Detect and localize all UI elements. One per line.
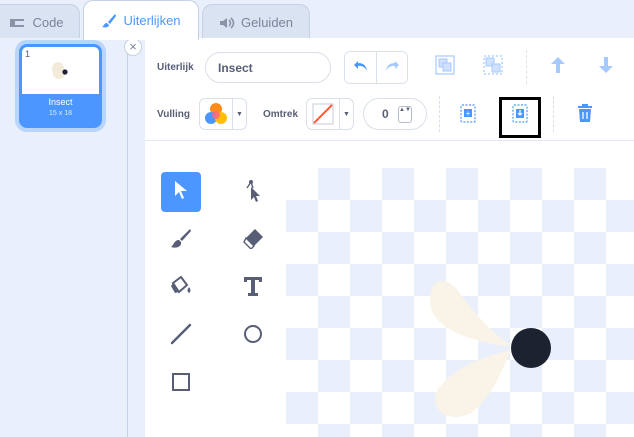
upper-wing: [430, 280, 511, 346]
costume-number: 1: [25, 49, 31, 59]
stepper-arrows-icon[interactable]: ▲▼: [398, 106, 412, 123]
reshape-tool[interactable]: [233, 172, 273, 212]
tab-code-label: Code: [32, 15, 64, 30]
arrow-cursor-icon: [173, 180, 189, 205]
tab-code[interactable]: Code: [0, 4, 80, 40]
select-tool[interactable]: [161, 172, 201, 212]
outline-swatch: [307, 99, 339, 129]
outline-width-stepper[interactable]: 0 ▲▼: [363, 98, 427, 130]
svg-text:+: +: [466, 109, 471, 118]
costume-name-label: Uiterlijk: [157, 62, 194, 73]
costume-drawing: [430, 280, 551, 417]
text-tool[interactable]: [233, 268, 273, 308]
toolbar-bottom-divider: [145, 140, 634, 141]
costume-size: 15 x 18: [49, 110, 72, 117]
paste-icon: +: [459, 102, 477, 129]
tab-bar: Code Uiterlijken Geluiden: [0, 0, 634, 40]
ungroup-button[interactable]: [478, 52, 508, 82]
ungroup-icon: [482, 54, 504, 81]
outline-color-picker[interactable]: ▼: [306, 98, 354, 130]
tab-costumes-label: Uiterlijken: [123, 13, 181, 28]
costume-name-input[interactable]: [205, 52, 331, 83]
tab-sounds-label: Geluiden: [240, 15, 294, 30]
rectangle-icon: [170, 371, 192, 398]
costume-list: 1 Insect 15 x 18 ×: [0, 38, 142, 437]
toolbar-divider: [553, 96, 554, 132]
fill-tool[interactable]: [161, 268, 201, 308]
reshape-icon: [241, 178, 265, 207]
highlight-box: [499, 97, 541, 138]
eraser-tool[interactable]: [233, 220, 273, 260]
delete-button[interactable]: [570, 100, 600, 130]
fill-color-picker[interactable]: ▼: [199, 98, 247, 130]
circle-icon: [242, 323, 264, 350]
redo-button[interactable]: [376, 52, 407, 83]
undo-button[interactable]: [345, 52, 376, 83]
code-icon: [8, 16, 26, 30]
costume-thumbnail: [22, 47, 99, 94]
brush-icon: [170, 227, 192, 254]
outline-width-value: 0: [382, 107, 389, 121]
paste-button[interactable]: +: [453, 100, 483, 130]
trash-icon: [576, 103, 594, 128]
costume-item-insect[interactable]: 1 Insect 15 x 18: [19, 44, 102, 128]
insect-body: [511, 328, 551, 368]
fill-swatch: [200, 99, 232, 129]
eraser-icon: [242, 227, 264, 254]
line-tool[interactable]: [161, 316, 201, 356]
delete-costume-icon[interactable]: ×: [124, 38, 142, 56]
tab-sounds[interactable]: Geluiden: [202, 4, 310, 40]
group-button[interactable]: [430, 52, 460, 82]
lower-wing: [435, 350, 511, 417]
paint-editor: Uiterlijk Vulling: [145, 38, 634, 437]
forward-button[interactable]: [543, 52, 573, 82]
speaker-icon: [219, 16, 235, 30]
line-icon: [170, 323, 192, 350]
redo-icon: [384, 59, 400, 77]
chevron-down-icon: ▼: [339, 99, 353, 129]
rectangle-tool[interactable]: [161, 364, 201, 404]
toolbar-divider: [526, 50, 527, 84]
drawing-canvas[interactable]: [286, 168, 634, 437]
outline-label: Omtrek: [263, 109, 299, 120]
costume-name: Insect: [48, 97, 73, 107]
arrow-up-icon: [548, 55, 568, 80]
fill-label: Vulling: [157, 109, 190, 120]
circle-tool[interactable]: [233, 316, 273, 356]
chevron-down-icon: ▼: [232, 99, 246, 129]
paint-bucket-icon: [169, 274, 193, 303]
toolbar-divider: [439, 96, 440, 132]
tab-costumes[interactable]: Uiterlijken: [83, 0, 199, 40]
group-icon: [434, 54, 456, 81]
undo-icon: [353, 59, 369, 77]
text-icon: [242, 275, 264, 302]
brush-icon: [101, 13, 117, 29]
undo-redo-group: [344, 51, 408, 84]
backward-button[interactable]: [591, 52, 621, 82]
brush-tool[interactable]: [161, 220, 201, 260]
arrow-down-icon: [596, 55, 616, 80]
